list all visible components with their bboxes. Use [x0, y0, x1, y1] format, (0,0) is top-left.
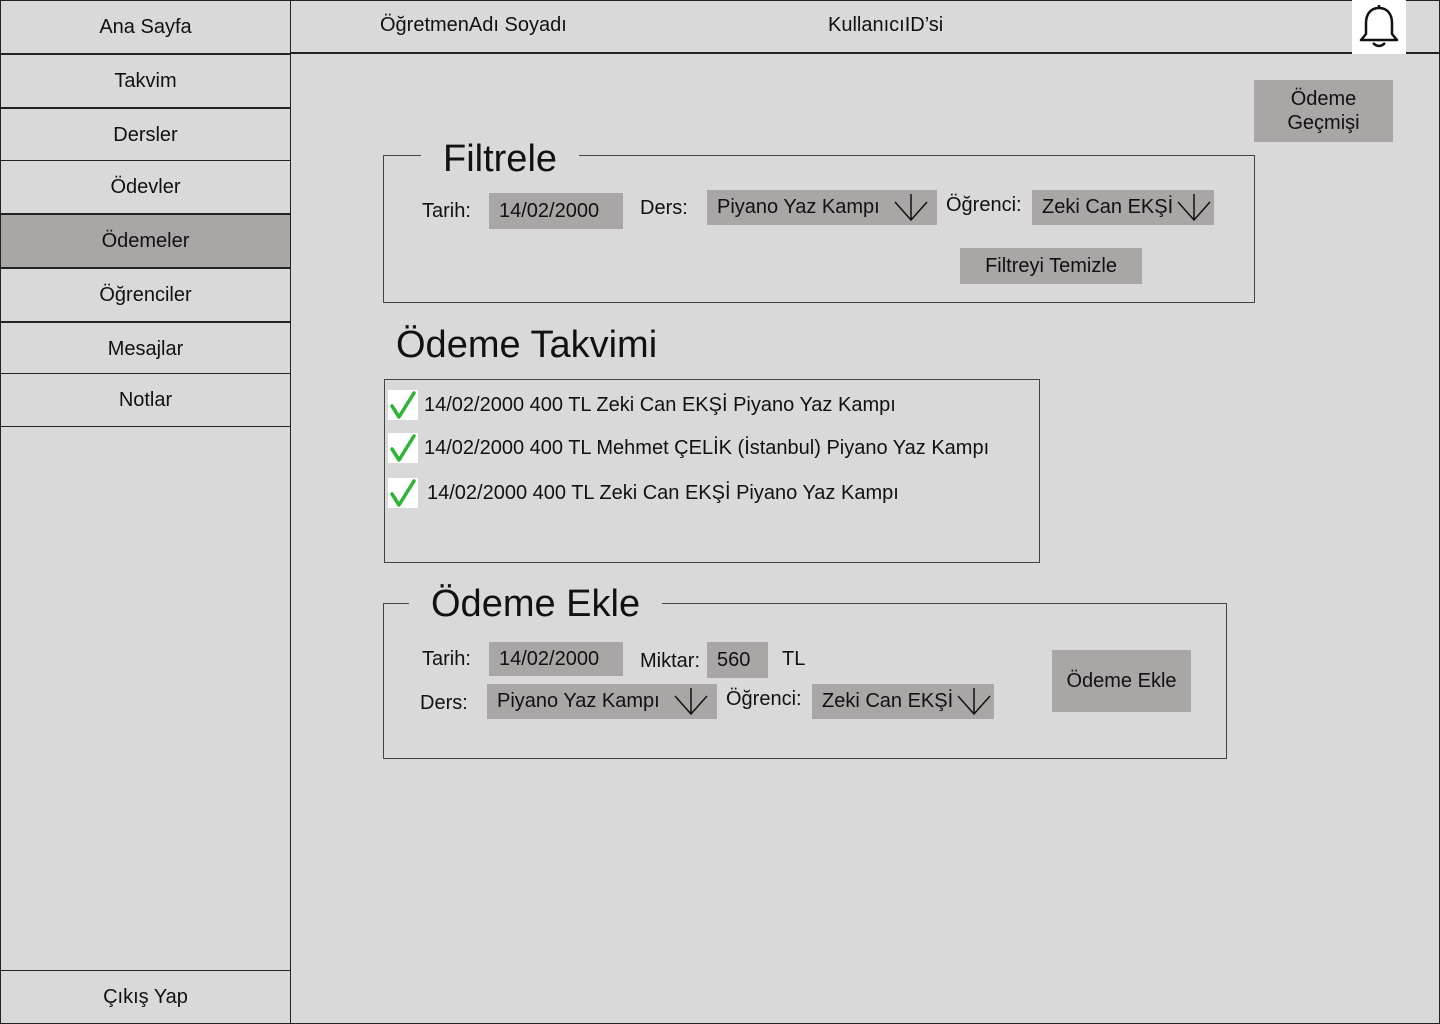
add-student-select[interactable]: Zeki Can EKŞİ [812, 684, 994, 719]
sidebar-item-payments[interactable]: Ödemeler [0, 214, 291, 268]
filter-student-label: Öğrenci: [946, 194, 1022, 216]
logout-button[interactable]: Çıkış Yap [0, 970, 291, 1024]
checkmark-icon [388, 390, 418, 420]
list-item[interactable]: 14/02/2000 400 TL Zeki Can EKŞİ Piyano Y… [388, 389, 896, 421]
chevron-down-icon [957, 688, 991, 716]
currency-label: TL [782, 648, 806, 670]
sidebar-item-calendar[interactable]: Takvim [0, 54, 291, 108]
sidebar-item-home[interactable]: Ana Sayfa [0, 0, 291, 54]
teacher-name: ÖğretmenAdı Soyadı [380, 14, 567, 36]
checkmark-icon [388, 433, 418, 463]
bell-icon[interactable] [1352, 0, 1406, 54]
add-date-label: Tarih: [422, 648, 471, 670]
add-payment-button[interactable]: Ödeme Ekle [1052, 650, 1191, 712]
add-amount-input[interactable]: 560 [707, 642, 768, 678]
sidebar-item-courses[interactable]: Dersler [0, 108, 291, 162]
schedule-title: Ödeme Takvimi [396, 324, 658, 366]
filter-course-value: Piyano Yaz Kampı [717, 196, 880, 218]
add-student-label: Öğrenci: [726, 688, 802, 710]
add-date-input[interactable]: 14/02/2000 [489, 642, 623, 676]
add-course-label: Ders: [420, 692, 468, 714]
schedule-row-text: 14/02/2000 400 TL Mehmet ÇELİK (İstanbul… [424, 436, 990, 459]
chevron-down-icon [674, 688, 708, 716]
filter-title: Filtrele [421, 139, 580, 179]
filter-student-value: Zeki Can EKŞİ [1042, 196, 1174, 218]
filter-course-select[interactable]: Piyano Yaz Kampı [707, 190, 937, 225]
list-item[interactable]: 14/02/2000 400 TL Zeki Can EKŞİ Piyano Y… [388, 477, 899, 509]
schedule-row-text: 14/02/2000 400 TL Zeki Can EKŞİ Piyano Y… [427, 481, 899, 504]
filter-course-label: Ders: [640, 197, 688, 219]
sidebar-filler [0, 426, 291, 972]
chevron-down-icon [894, 194, 928, 222]
user-id: KullanıcıID’si [828, 14, 944, 36]
schedule-row-text: 14/02/2000 400 TL Zeki Can EKŞİ Piyano Y… [424, 393, 896, 416]
add-course-value: Piyano Yaz Kampı [497, 690, 660, 712]
add-payment-title: Ödeme Ekle [409, 584, 663, 624]
filter-date-label: Tarih: [422, 200, 471, 222]
sidebar-item-notes[interactable]: Notlar [0, 373, 291, 427]
add-course-select[interactable]: Piyano Yaz Kampı [487, 684, 717, 719]
chevron-down-icon [1177, 194, 1211, 222]
sidebar-item-assignments[interactable]: Ödevler [0, 160, 291, 214]
add-student-value: Zeki Can EKŞİ [822, 690, 954, 712]
add-amount-label: Miktar: [640, 650, 700, 672]
clear-filter-button[interactable]: Filtreyi Temizle [960, 248, 1142, 284]
checkmark-icon [388, 478, 418, 508]
filter-student-select[interactable]: Zeki Can EKŞİ [1032, 190, 1214, 225]
payment-history-button[interactable]: Ödeme Geçmişi [1254, 80, 1393, 142]
sidebar-item-students[interactable]: Öğrenciler [0, 268, 291, 322]
filter-date-input[interactable]: 14/02/2000 [489, 193, 623, 229]
list-item[interactable]: 14/02/2000 400 TL Mehmet ÇELİK (İstanbul… [388, 432, 989, 464]
sidebar-item-messages[interactable]: Mesajlar [0, 322, 291, 376]
